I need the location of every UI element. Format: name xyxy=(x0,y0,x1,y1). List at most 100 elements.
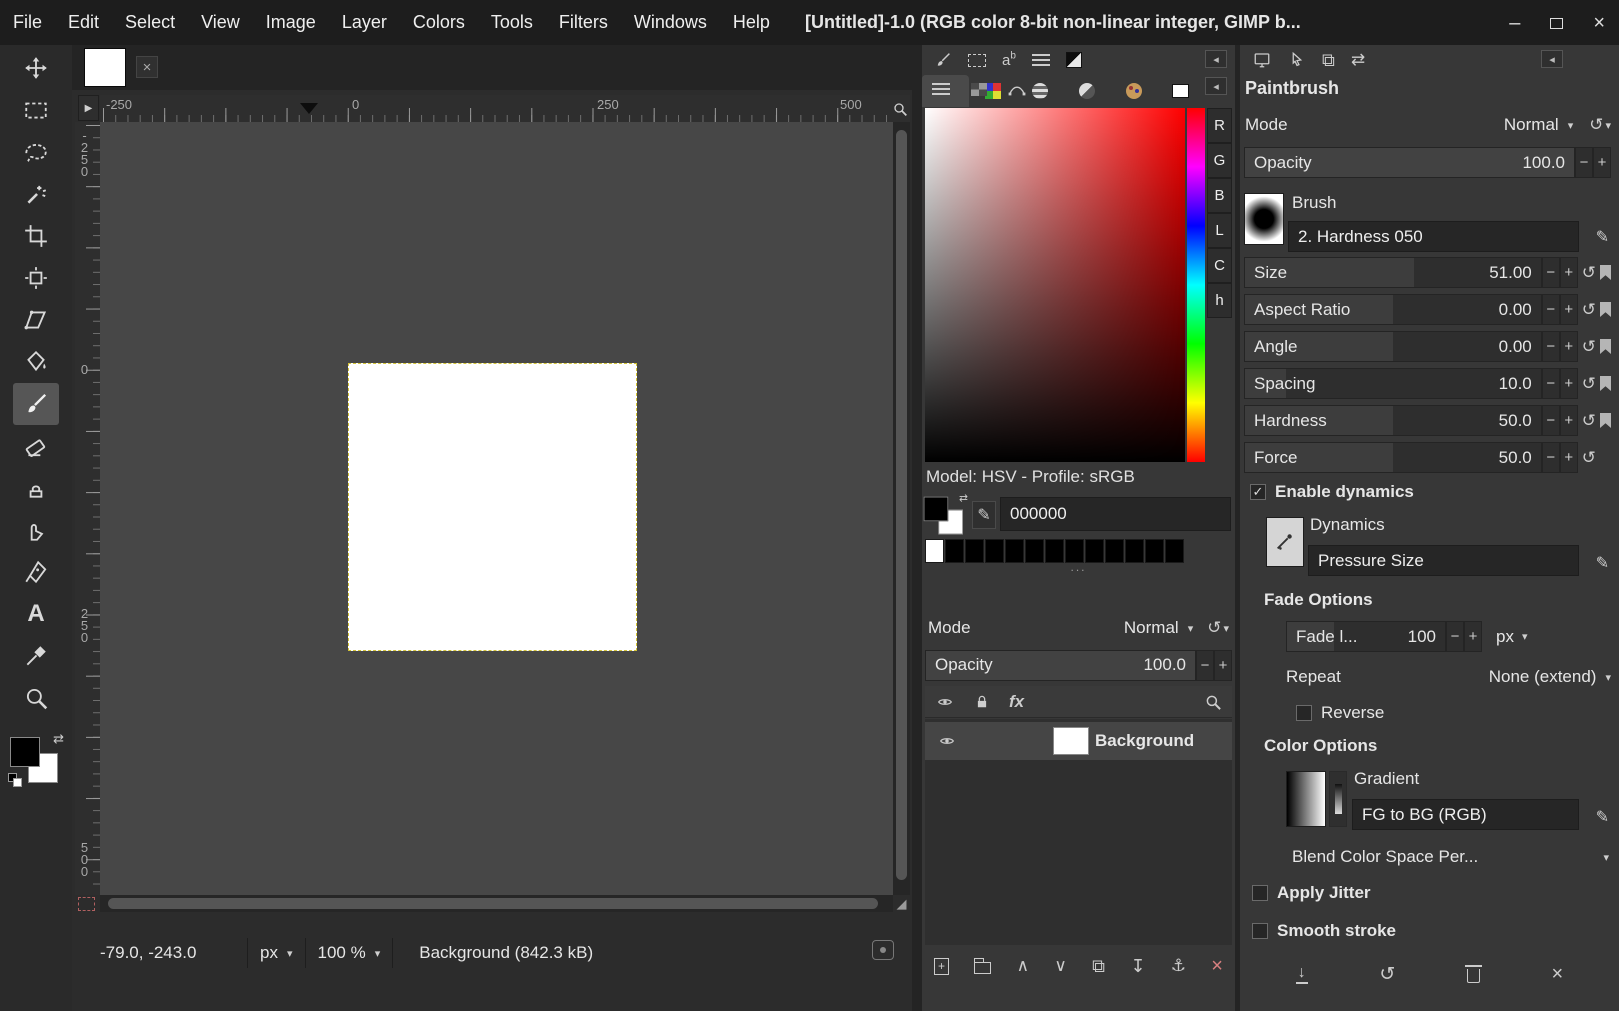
tool-options-tab[interactable] xyxy=(1252,51,1272,69)
patterns-tab[interactable] xyxy=(968,54,986,67)
copy-tab[interactable]: ⧉ xyxy=(1322,50,1335,71)
hex-color-input[interactable]: 000000 xyxy=(1000,497,1231,531)
color-edit-button[interactable]: ✎ xyxy=(972,501,996,529)
duplicate-layer-button[interactable]: ⧉ xyxy=(1092,956,1105,977)
history-swatch[interactable] xyxy=(1145,539,1164,563)
channel-r-button[interactable]: R xyxy=(1207,108,1232,143)
anchor-layer-button[interactable]: ⚓ xyxy=(1171,956,1186,976)
fg-bg-color-selector[interactable]: ⇄ xyxy=(8,735,64,789)
channel-b-button[interactable]: B xyxy=(1207,178,1232,213)
layers-tab[interactable] xyxy=(922,75,960,103)
menu-filters[interactable]: Filters xyxy=(546,0,621,45)
lock-button[interactable] xyxy=(973,693,991,711)
angle-link-icon[interactable] xyxy=(1600,339,1611,354)
size-link-icon[interactable] xyxy=(1600,265,1611,280)
fuzzy-select-tool[interactable] xyxy=(13,173,59,215)
bucket-fill-tool[interactable] xyxy=(13,341,59,383)
spacing-increment[interactable]: + xyxy=(1560,368,1578,399)
unified-transform-tool[interactable] xyxy=(13,257,59,299)
paint-mode-dropdown[interactable]: Normal ▾ xyxy=(1504,115,1573,135)
close-button[interactable]: × xyxy=(1593,13,1605,33)
aspect-ratio-slider[interactable]: Aspect Ratio 0.00 xyxy=(1244,294,1542,325)
color-picker-tool[interactable] xyxy=(13,635,59,677)
channel-h-button[interactable]: h xyxy=(1207,283,1232,318)
angle-increment[interactable]: + xyxy=(1560,331,1578,362)
crop-tool[interactable] xyxy=(13,215,59,257)
history-swatch[interactable] xyxy=(985,539,1004,563)
apply-jitter-checkbox[interactable] xyxy=(1252,885,1268,901)
enable-dynamics-checkbox[interactable]: ✓ xyxy=(1250,484,1266,500)
angle-reset-button[interactable]: ↺ xyxy=(1582,337,1596,357)
spacing-decrement[interactable]: − xyxy=(1542,368,1560,399)
foreground-color-swatch[interactable] xyxy=(10,737,40,767)
visibility-button[interactable] xyxy=(935,694,955,710)
default-colors-icon[interactable] xyxy=(8,773,24,789)
lower-layer-button[interactable]: ∨ xyxy=(1054,956,1066,976)
layer-row-background[interactable]: Background xyxy=(925,722,1232,760)
horizontal-ruler[interactable]: -250 0 250 500 xyxy=(100,95,890,122)
blend-color-space-dropdown[interactable]: Blend Color Space Per... ▾ xyxy=(1292,847,1609,867)
fade-length-increment[interactable]: + xyxy=(1464,621,1482,652)
delete-layer-button[interactable]: × xyxy=(1211,955,1223,978)
unit-dropdown[interactable]: px ▾ xyxy=(260,943,293,963)
brush-edit-button[interactable]: ✎ xyxy=(1596,227,1609,247)
canvas-viewport[interactable] xyxy=(100,122,893,895)
hardness-decrement[interactable]: − xyxy=(1542,405,1560,436)
hue-strip[interactable] xyxy=(1187,108,1205,462)
image-tab-close-button[interactable]: × xyxy=(136,56,158,78)
brush-name-field[interactable]: 2. Hardness 050 xyxy=(1288,221,1579,252)
hardness-link-icon[interactable] xyxy=(1600,413,1611,428)
hardness-increment[interactable]: + xyxy=(1560,405,1578,436)
gradients-tab[interactable] xyxy=(1066,52,1082,68)
menu-tools[interactable]: Tools xyxy=(478,0,546,45)
history-swatch[interactable] xyxy=(925,539,944,563)
gradient-name-field[interactable]: FG to BG (RGB) xyxy=(1352,799,1579,830)
rectangle-select-tool[interactable] xyxy=(13,89,59,131)
maximize-button[interactable] xyxy=(1550,13,1563,33)
layer-visibility-button[interactable] xyxy=(937,733,957,749)
spacing-reset-button[interactable]: ↺ xyxy=(1582,374,1596,394)
swap-colors-icon[interactable]: ⇄ xyxy=(53,731,64,747)
layer-opacity-decrement[interactable]: − xyxy=(1196,650,1214,681)
layer-opacity-increment[interactable]: + xyxy=(1214,650,1232,681)
clone-tool[interactable] xyxy=(13,467,59,509)
document-history-tab[interactable] xyxy=(1032,54,1050,67)
menu-select[interactable]: Select xyxy=(112,0,188,45)
layer-opacity-slider[interactable]: Opacity 100.0 xyxy=(925,650,1196,681)
gradient-reverse-button[interactable] xyxy=(1329,771,1347,827)
aspect-ratio-reset-button[interactable]: ↺ xyxy=(1582,300,1596,320)
size-decrement[interactable]: − xyxy=(1542,257,1560,288)
history-swatch[interactable] xyxy=(1105,539,1124,563)
brush-preview[interactable] xyxy=(1244,193,1284,245)
hardness-reset-button[interactable]: ↺ xyxy=(1582,411,1596,431)
spacing-slider[interactable]: Spacing 10.0 xyxy=(1244,368,1542,399)
raise-layer-button[interactable]: ∧ xyxy=(1017,956,1029,976)
aspect-ratio-link-icon[interactable] xyxy=(1600,302,1611,317)
eraser-tool[interactable] xyxy=(13,425,59,467)
menu-view[interactable]: View xyxy=(188,0,253,45)
fonts-tab[interactable]: ab xyxy=(1002,50,1016,70)
image-preview-icon[interactable] xyxy=(872,940,894,960)
pointer-tab[interactable] xyxy=(1288,51,1306,69)
swap-colors-icon[interactable]: ⇄ xyxy=(959,492,968,505)
new-group-button[interactable] xyxy=(974,958,991,974)
paths-tab[interactable] xyxy=(998,75,1036,103)
reverse-checkbox[interactable] xyxy=(1296,705,1312,721)
opacity-increment[interactable]: + xyxy=(1593,147,1611,178)
channels-tab[interactable] xyxy=(960,75,998,103)
hardness-slider[interactable]: Hardness 50.0 xyxy=(1244,405,1542,436)
size-slider[interactable]: Size 51.00 xyxy=(1244,257,1542,288)
dock-collapse-button[interactable]: ◂ xyxy=(1205,50,1227,68)
history-swatch[interactable] xyxy=(1165,539,1184,563)
dynamics-name-field[interactable]: Pressure Size xyxy=(1308,545,1579,576)
force-decrement[interactable]: − xyxy=(1542,442,1560,473)
restore-preset-button[interactable]: ↺ xyxy=(1379,963,1395,986)
opacity-slider[interactable]: Opacity 100.0 xyxy=(1244,147,1575,178)
paint-mode-reset-button[interactable]: ↺ ▾ xyxy=(1589,115,1611,135)
zoom-tool[interactable] xyxy=(13,677,59,719)
force-slider[interactable]: Force 50.0 xyxy=(1244,442,1542,473)
menu-file[interactable]: File xyxy=(0,0,55,45)
menu-layer[interactable]: Layer xyxy=(329,0,400,45)
history-swatch[interactable] xyxy=(945,539,964,563)
gradient-preview[interactable] xyxy=(1286,771,1326,827)
